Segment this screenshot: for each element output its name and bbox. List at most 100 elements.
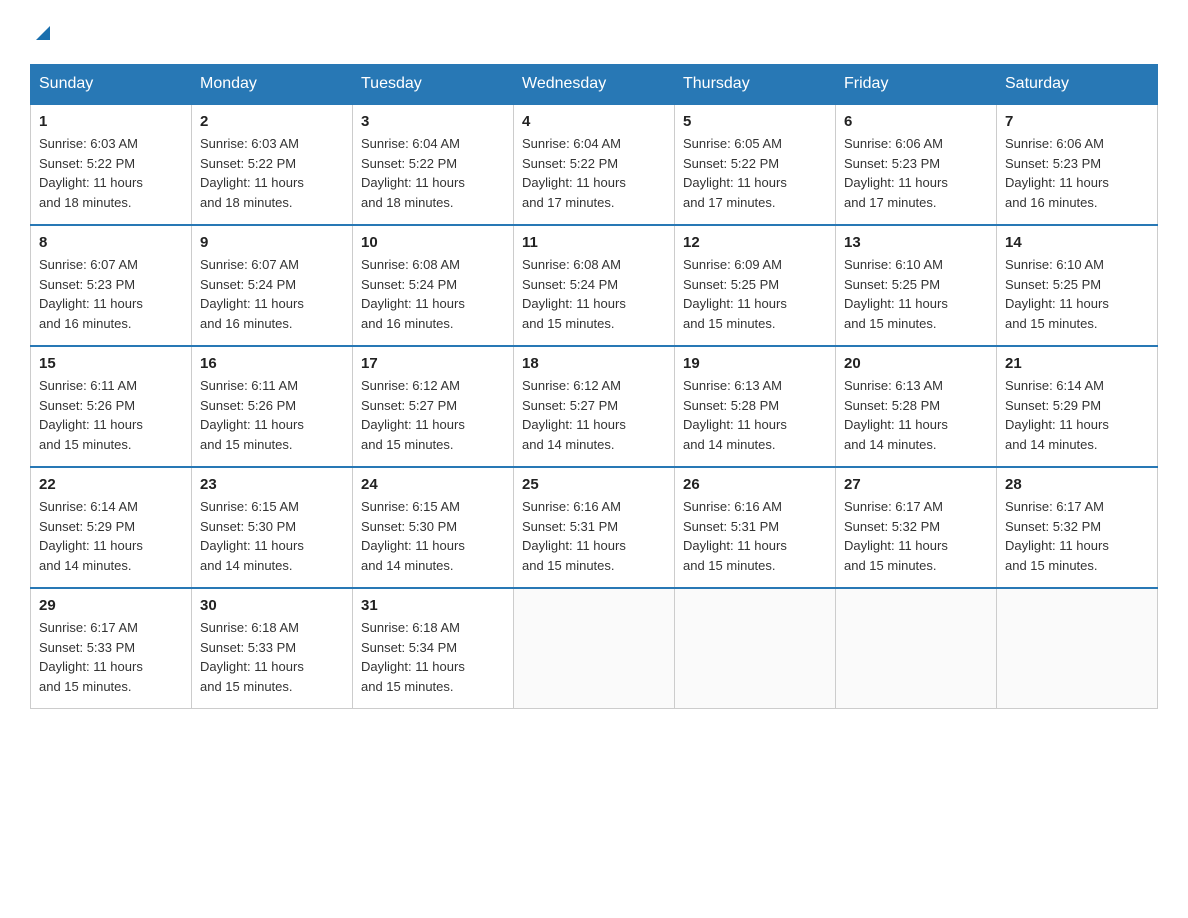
day-number: 27 — [844, 476, 988, 493]
weekday-header-wednesday: Wednesday — [514, 65, 675, 105]
calendar-cell: 16 Sunrise: 6:11 AM Sunset: 5:26 PM Dayl… — [192, 346, 353, 467]
day-info: Sunrise: 6:11 AM Sunset: 5:26 PM Dayligh… — [39, 376, 183, 454]
logo — [30, 20, 54, 44]
weekday-header-saturday: Saturday — [997, 65, 1158, 105]
calendar-cell — [997, 588, 1158, 709]
day-info: Sunrise: 6:04 AM Sunset: 5:22 PM Dayligh… — [522, 134, 666, 212]
calendar-table: SundayMondayTuesdayWednesdayThursdayFrid… — [30, 64, 1158, 709]
calendar-cell: 30 Sunrise: 6:18 AM Sunset: 5:33 PM Dayl… — [192, 588, 353, 709]
day-info: Sunrise: 6:06 AM Sunset: 5:23 PM Dayligh… — [844, 134, 988, 212]
day-number: 1 — [39, 113, 183, 130]
weekday-header-row: SundayMondayTuesdayWednesdayThursdayFrid… — [31, 65, 1158, 105]
calendar-cell: 11 Sunrise: 6:08 AM Sunset: 5:24 PM Dayl… — [514, 225, 675, 346]
calendar-cell: 7 Sunrise: 6:06 AM Sunset: 5:23 PM Dayli… — [997, 104, 1158, 225]
day-number: 4 — [522, 113, 666, 130]
calendar-cell: 17 Sunrise: 6:12 AM Sunset: 5:27 PM Dayl… — [353, 346, 514, 467]
day-number: 23 — [200, 476, 344, 493]
calendar-week-row: 8 Sunrise: 6:07 AM Sunset: 5:23 PM Dayli… — [31, 225, 1158, 346]
calendar-cell: 5 Sunrise: 6:05 AM Sunset: 5:22 PM Dayli… — [675, 104, 836, 225]
calendar-cell: 20 Sunrise: 6:13 AM Sunset: 5:28 PM Dayl… — [836, 346, 997, 467]
day-number: 15 — [39, 355, 183, 372]
day-number: 7 — [1005, 113, 1149, 130]
calendar-week-row: 15 Sunrise: 6:11 AM Sunset: 5:26 PM Dayl… — [31, 346, 1158, 467]
calendar-cell: 31 Sunrise: 6:18 AM Sunset: 5:34 PM Dayl… — [353, 588, 514, 709]
day-info: Sunrise: 6:14 AM Sunset: 5:29 PM Dayligh… — [1005, 376, 1149, 454]
day-info: Sunrise: 6:09 AM Sunset: 5:25 PM Dayligh… — [683, 255, 827, 333]
day-number: 10 — [361, 234, 505, 251]
calendar-cell: 19 Sunrise: 6:13 AM Sunset: 5:28 PM Dayl… — [675, 346, 836, 467]
day-number: 16 — [200, 355, 344, 372]
day-info: Sunrise: 6:07 AM Sunset: 5:23 PM Dayligh… — [39, 255, 183, 333]
calendar-cell: 18 Sunrise: 6:12 AM Sunset: 5:27 PM Dayl… — [514, 346, 675, 467]
calendar-cell: 29 Sunrise: 6:17 AM Sunset: 5:33 PM Dayl… — [31, 588, 192, 709]
day-info: Sunrise: 6:18 AM Sunset: 5:33 PM Dayligh… — [200, 618, 344, 696]
calendar-week-row: 1 Sunrise: 6:03 AM Sunset: 5:22 PM Dayli… — [31, 104, 1158, 225]
weekday-header-thursday: Thursday — [675, 65, 836, 105]
day-info: Sunrise: 6:15 AM Sunset: 5:30 PM Dayligh… — [200, 497, 344, 575]
calendar-cell — [836, 588, 997, 709]
day-number: 2 — [200, 113, 344, 130]
calendar-cell: 4 Sunrise: 6:04 AM Sunset: 5:22 PM Dayli… — [514, 104, 675, 225]
day-number: 18 — [522, 355, 666, 372]
calendar-cell: 15 Sunrise: 6:11 AM Sunset: 5:26 PM Dayl… — [31, 346, 192, 467]
weekday-header-monday: Monday — [192, 65, 353, 105]
day-number: 6 — [844, 113, 988, 130]
day-number: 13 — [844, 234, 988, 251]
day-info: Sunrise: 6:16 AM Sunset: 5:31 PM Dayligh… — [683, 497, 827, 575]
day-info: Sunrise: 6:15 AM Sunset: 5:30 PM Dayligh… — [361, 497, 505, 575]
calendar-cell: 28 Sunrise: 6:17 AM Sunset: 5:32 PM Dayl… — [997, 467, 1158, 588]
day-info: Sunrise: 6:05 AM Sunset: 5:22 PM Dayligh… — [683, 134, 827, 212]
day-info: Sunrise: 6:13 AM Sunset: 5:28 PM Dayligh… — [683, 376, 827, 454]
calendar-cell: 14 Sunrise: 6:10 AM Sunset: 5:25 PM Dayl… — [997, 225, 1158, 346]
weekday-header-friday: Friday — [836, 65, 997, 105]
day-number: 20 — [844, 355, 988, 372]
day-number: 29 — [39, 597, 183, 614]
calendar-cell: 25 Sunrise: 6:16 AM Sunset: 5:31 PM Dayl… — [514, 467, 675, 588]
day-number: 11 — [522, 234, 666, 251]
calendar-body: 1 Sunrise: 6:03 AM Sunset: 5:22 PM Dayli… — [31, 104, 1158, 709]
day-number: 30 — [200, 597, 344, 614]
day-number: 28 — [1005, 476, 1149, 493]
day-info: Sunrise: 6:12 AM Sunset: 5:27 PM Dayligh… — [522, 376, 666, 454]
day-number: 3 — [361, 113, 505, 130]
calendar-cell: 8 Sunrise: 6:07 AM Sunset: 5:23 PM Dayli… — [31, 225, 192, 346]
day-info: Sunrise: 6:03 AM Sunset: 5:22 PM Dayligh… — [200, 134, 344, 212]
day-info: Sunrise: 6:10 AM Sunset: 5:25 PM Dayligh… — [844, 255, 988, 333]
day-number: 21 — [1005, 355, 1149, 372]
calendar-cell: 27 Sunrise: 6:17 AM Sunset: 5:32 PM Dayl… — [836, 467, 997, 588]
day-info: Sunrise: 6:17 AM Sunset: 5:33 PM Dayligh… — [39, 618, 183, 696]
day-info: Sunrise: 6:06 AM Sunset: 5:23 PM Dayligh… — [1005, 134, 1149, 212]
day-info: Sunrise: 6:04 AM Sunset: 5:22 PM Dayligh… — [361, 134, 505, 212]
day-number: 22 — [39, 476, 183, 493]
calendar-week-row: 29 Sunrise: 6:17 AM Sunset: 5:33 PM Dayl… — [31, 588, 1158, 709]
day-number: 12 — [683, 234, 827, 251]
day-number: 14 — [1005, 234, 1149, 251]
calendar-cell: 3 Sunrise: 6:04 AM Sunset: 5:22 PM Dayli… — [353, 104, 514, 225]
day-info: Sunrise: 6:12 AM Sunset: 5:27 PM Dayligh… — [361, 376, 505, 454]
day-info: Sunrise: 6:13 AM Sunset: 5:28 PM Dayligh… — [844, 376, 988, 454]
day-number: 19 — [683, 355, 827, 372]
logo-triangle-icon — [32, 22, 54, 44]
calendar-cell: 22 Sunrise: 6:14 AM Sunset: 5:29 PM Dayl… — [31, 467, 192, 588]
calendar-cell: 26 Sunrise: 6:16 AM Sunset: 5:31 PM Dayl… — [675, 467, 836, 588]
calendar-week-row: 22 Sunrise: 6:14 AM Sunset: 5:29 PM Dayl… — [31, 467, 1158, 588]
calendar-cell — [514, 588, 675, 709]
day-number: 25 — [522, 476, 666, 493]
day-info: Sunrise: 6:14 AM Sunset: 5:29 PM Dayligh… — [39, 497, 183, 575]
day-info: Sunrise: 6:07 AM Sunset: 5:24 PM Dayligh… — [200, 255, 344, 333]
calendar-cell: 2 Sunrise: 6:03 AM Sunset: 5:22 PM Dayli… — [192, 104, 353, 225]
day-info: Sunrise: 6:11 AM Sunset: 5:26 PM Dayligh… — [200, 376, 344, 454]
day-number: 31 — [361, 597, 505, 614]
day-number: 5 — [683, 113, 827, 130]
day-number: 17 — [361, 355, 505, 372]
page-header — [30, 20, 1158, 44]
calendar-cell: 9 Sunrise: 6:07 AM Sunset: 5:24 PM Dayli… — [192, 225, 353, 346]
day-number: 26 — [683, 476, 827, 493]
day-number: 24 — [361, 476, 505, 493]
day-number: 9 — [200, 234, 344, 251]
weekday-header-sunday: Sunday — [31, 65, 192, 105]
weekday-header-tuesday: Tuesday — [353, 65, 514, 105]
day-info: Sunrise: 6:03 AM Sunset: 5:22 PM Dayligh… — [39, 134, 183, 212]
day-info: Sunrise: 6:18 AM Sunset: 5:34 PM Dayligh… — [361, 618, 505, 696]
calendar-cell: 6 Sunrise: 6:06 AM Sunset: 5:23 PM Dayli… — [836, 104, 997, 225]
